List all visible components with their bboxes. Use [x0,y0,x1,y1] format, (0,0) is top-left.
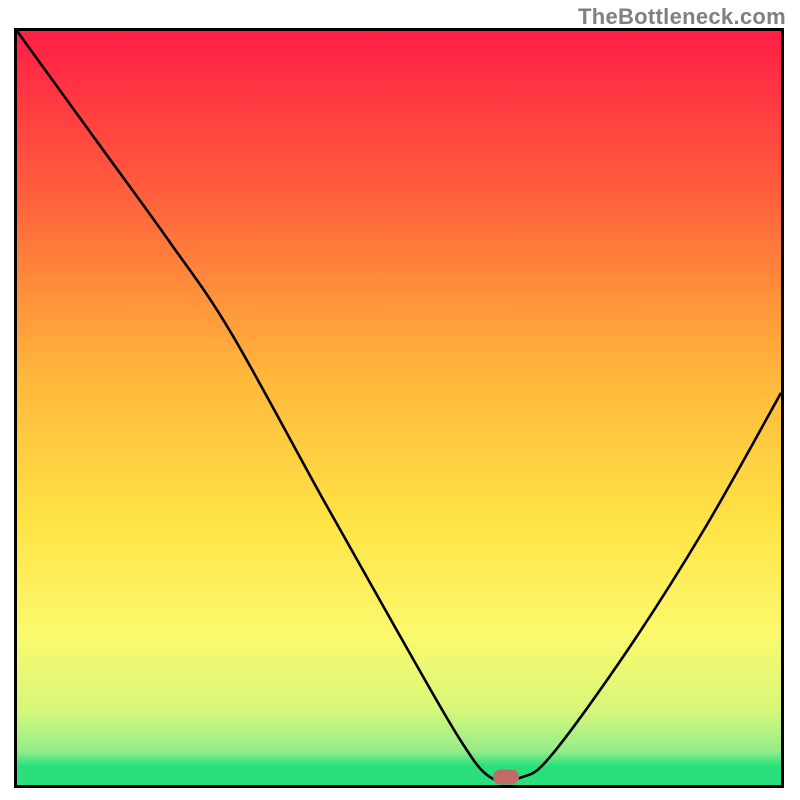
bottleneck-curve [17,31,781,785]
optimal-point-marker [493,770,519,785]
chart-frame [14,28,784,788]
watermark-text: TheBottleneck.com [578,4,786,30]
